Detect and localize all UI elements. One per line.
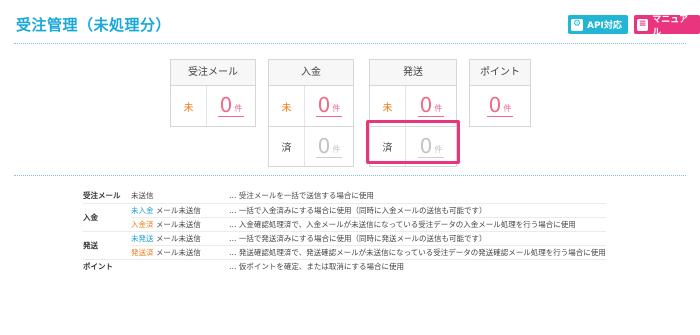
- legend-key-shipping-1-suffix: メール未送信: [153, 233, 201, 243]
- highlight-box: [366, 120, 460, 164]
- order-mail-unsent-row: 未 0 件: [171, 86, 255, 126]
- points-count: 0: [488, 93, 502, 117]
- manual-label: マニュアル: [652, 14, 689, 38]
- manual-button[interactable]: ≡ マニュアル: [634, 15, 700, 38]
- shipping-unsent-count: 0: [419, 93, 433, 117]
- payment-done-unit: 件: [332, 144, 341, 154]
- api-support-label: API対応: [587, 21, 622, 31]
- legend-row-order-mail: 受注メール 未送信 … 受注メールを一括で送信する場合に使用: [83, 189, 606, 204]
- section-divider: [14, 175, 686, 176]
- legend-key-order-mail: 未送信: [131, 189, 221, 204]
- legend-row-shipping-2: 発送済 メール未送信 … 発送確認処理済で、発送確認メールが未送信になっている受…: [83, 245, 606, 260]
- legend-desc-payment-2: … 入金確認処理済で、入金メールが未送信になっている受注データの入金メール処理を…: [221, 217, 606, 232]
- legend-desc-shipping-1: … 一括で発送済みにする場合に使用（同時に発送メールの送信も可能です）: [221, 231, 606, 246]
- legend-category-payment: 入金: [83, 203, 131, 232]
- legend-key-points: [131, 259, 221, 273]
- legend-key-shipping-2: 発送済 メール未送信: [131, 245, 221, 260]
- document-icon: ≡: [637, 18, 649, 31]
- legend-key-payment-2-prefix: 入金済: [131, 219, 154, 229]
- legend-desc-payment-1: … 一括で入金済みにする場合に使用（同時に入金メールの送信も可能です）: [221, 203, 606, 218]
- legend-key-payment-1-prefix: 未入金: [131, 205, 154, 215]
- points-group: ポイント 0 件: [469, 59, 531, 127]
- legend-category-points: ポイント: [83, 261, 113, 271]
- legend-category-order-mail: 受注メール: [83, 189, 131, 204]
- legend-key-payment-2: 入金済 メール未送信: [131, 217, 221, 232]
- payment-group: 入金 未 0 件 済 0 件: [268, 59, 354, 167]
- points-count-link[interactable]: 0 件: [486, 93, 514, 117]
- payment-done-count-box: 0 件: [315, 133, 343, 158]
- payment-done-label: 済: [269, 127, 305, 166]
- points-unit: 件: [503, 104, 512, 113]
- legend-desc-points: … 仮ポイントを確定、または取消にする場合に使用: [229, 261, 404, 271]
- payment-title: 入金: [269, 60, 353, 86]
- legend-row-shipping-1: 発送 未発送 メール未送信 … 一括で発送済みにする場合に使用（同時に発送メール…: [83, 231, 606, 260]
- legend-key-shipping-2-prefix: 発送済: [131, 247, 154, 257]
- api-support-button[interactable]: ⚙ API対応: [568, 15, 628, 34]
- payment-done-count: 0: [317, 133, 331, 158]
- order-mail-unsent-unit: 件: [234, 104, 243, 113]
- legend-key-payment-1: 未入金 メール未送信: [131, 203, 221, 218]
- order-mail-group: 受注メール 未 0 件: [170, 59, 256, 127]
- order-mail-unsent-label: 未: [171, 86, 207, 126]
- gear-icon: ⚙: [571, 18, 583, 31]
- points-row: 0 件: [470, 86, 530, 126]
- payment-done-row: 済 0 件: [269, 126, 353, 166]
- shipping-unsent-count-link[interactable]: 0 件: [417, 93, 445, 117]
- payment-unsent-row: 未 0 件: [269, 86, 353, 126]
- order-mail-unsent-count-link[interactable]: 0 件: [217, 93, 245, 117]
- order-mail-title: 受注メール: [171, 60, 255, 86]
- payment-unsent-count: 0: [317, 93, 331, 117]
- legend-table: 受注メール 未送信 … 受注メールを一括で送信する場合に使用 入金 未入金 メー…: [83, 189, 606, 273]
- legend-key-shipping-1-prefix: 未発送: [131, 233, 154, 243]
- legend-key-shipping-2-suffix: メール未送信: [153, 247, 201, 257]
- legend-row-payment-2: 入金済 メール未送信 … 入金確認処理済で、入金メールが未送信になっている受注デ…: [83, 217, 606, 232]
- legend-desc-shipping-2: … 発送確認処理済で、発送確認メールが未送信になっている受注データの発送確認メー…: [221, 245, 606, 260]
- legend-key-shipping-1: 未発送 メール未送信: [131, 231, 221, 246]
- shipping-unsent-unit: 件: [434, 104, 443, 113]
- payment-unsent-label: 未: [269, 86, 305, 126]
- payment-unsent-count-link[interactable]: 0 件: [315, 93, 343, 117]
- shipping-title: 発送: [370, 60, 456, 86]
- header-divider: [14, 43, 686, 44]
- legend-key-payment-2-suffix: メール未送信: [153, 219, 201, 229]
- legend-row-points: ポイント … 仮ポイントを確定、または取消にする場合に使用: [83, 259, 606, 273]
- order-mail-unsent-count: 0: [219, 93, 233, 117]
- legend-desc-order-mail: … 受注メールを一括で送信する場合に使用: [221, 189, 606, 204]
- legend-category-shipping: 発送: [83, 231, 131, 260]
- payment-unsent-unit: 件: [332, 104, 341, 113]
- page-title: 受注管理（未処理分）: [16, 16, 172, 34]
- legend-row-payment-1: 入金 未入金 メール未送信 … 一括で入金済みにする場合に使用（同時に入金メール…: [83, 203, 606, 232]
- points-title: ポイント: [470, 60, 530, 86]
- legend-key-payment-1-suffix: メール未送信: [153, 205, 201, 215]
